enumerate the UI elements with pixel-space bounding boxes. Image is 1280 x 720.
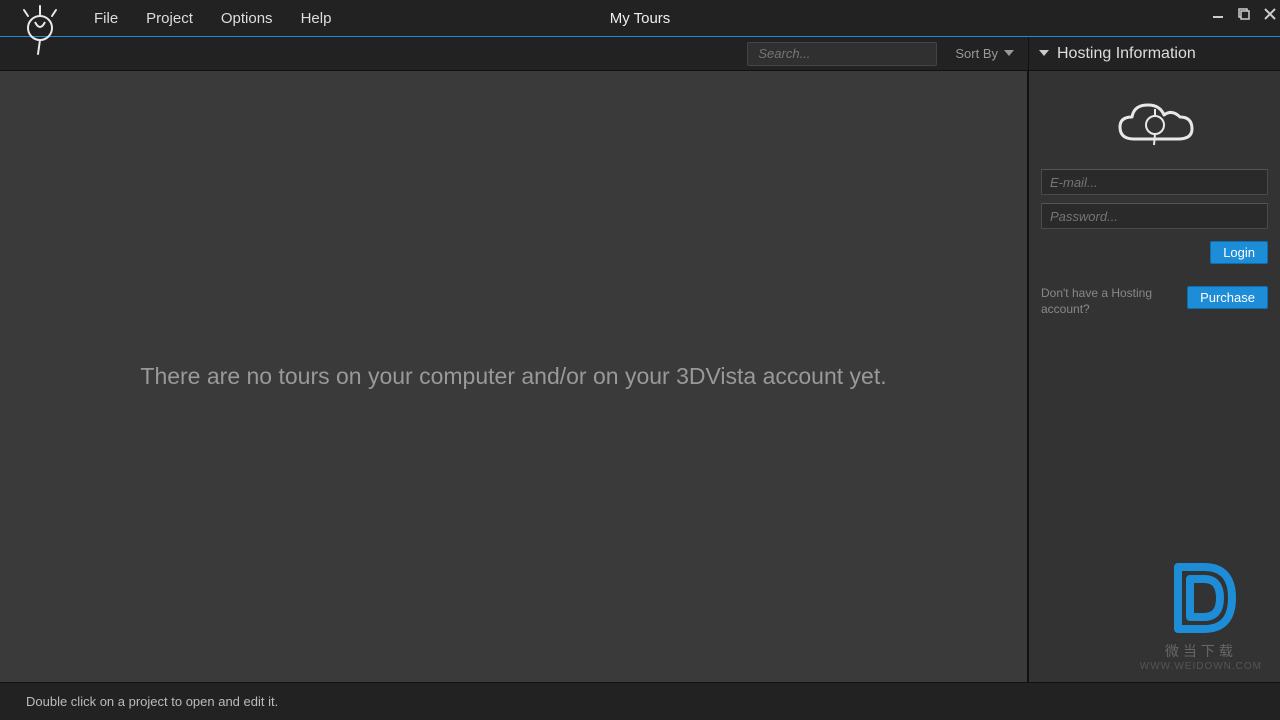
empty-state-text: There are no tours on your computer and/… <box>140 363 886 390</box>
minimize-icon[interactable] <box>1212 8 1224 20</box>
status-bar: Double click on a project to open and ed… <box>0 682 1280 720</box>
hosting-panel-header[interactable]: Hosting Information <box>1029 37 1280 71</box>
menu-help[interactable]: Help <box>287 2 346 35</box>
purchase-button[interactable]: Purchase <box>1187 286 1268 309</box>
menu-options[interactable]: Options <box>207 2 287 35</box>
watermark-d-icon <box>1156 553 1246 643</box>
login-button[interactable]: Login <box>1210 241 1268 264</box>
window-title: My Tours <box>610 10 671 27</box>
email-field[interactable] <box>1041 169 1268 195</box>
watermark-text-1: 微当下载 <box>1140 641 1262 661</box>
watermark: 微当下载 WWW.WEIDOWN.COM <box>1140 553 1262 672</box>
sort-by-label: Sort By <box>955 46 998 61</box>
tours-area: There are no tours on your computer and/… <box>0 71 1028 682</box>
status-hint: Double click on a project to open and ed… <box>26 694 278 709</box>
hosting-panel-title: Hosting Information <box>1057 45 1196 63</box>
main-menu: File Project Options Help <box>80 2 345 35</box>
cloud-logo <box>1041 95 1268 151</box>
chevron-down-icon <box>1004 46 1014 61</box>
watermark-text-2: WWW.WEIDOWN.COM <box>1140 661 1262 672</box>
window-controls <box>1212 0 1276 28</box>
menu-file[interactable]: File <box>80 2 132 35</box>
sort-by-dropdown[interactable]: Sort By <box>955 46 1014 61</box>
close-icon[interactable] <box>1264 8 1276 20</box>
maximize-icon[interactable] <box>1238 8 1250 20</box>
chevron-down-icon <box>1039 45 1049 63</box>
hosting-sidebar: Hosting Information Login Don <box>1028 37 1280 682</box>
no-account-text: Don't have a Hosting account? <box>1041 286 1161 317</box>
menu-project[interactable]: Project <box>132 2 207 35</box>
search-input[interactable] <box>747 42 937 66</box>
toolbar: Sort By <box>0 37 1028 71</box>
title-bar: File Project Options Help My Tours <box>0 0 1280 36</box>
app-logo <box>0 0 80 60</box>
password-field[interactable] <box>1041 203 1268 229</box>
